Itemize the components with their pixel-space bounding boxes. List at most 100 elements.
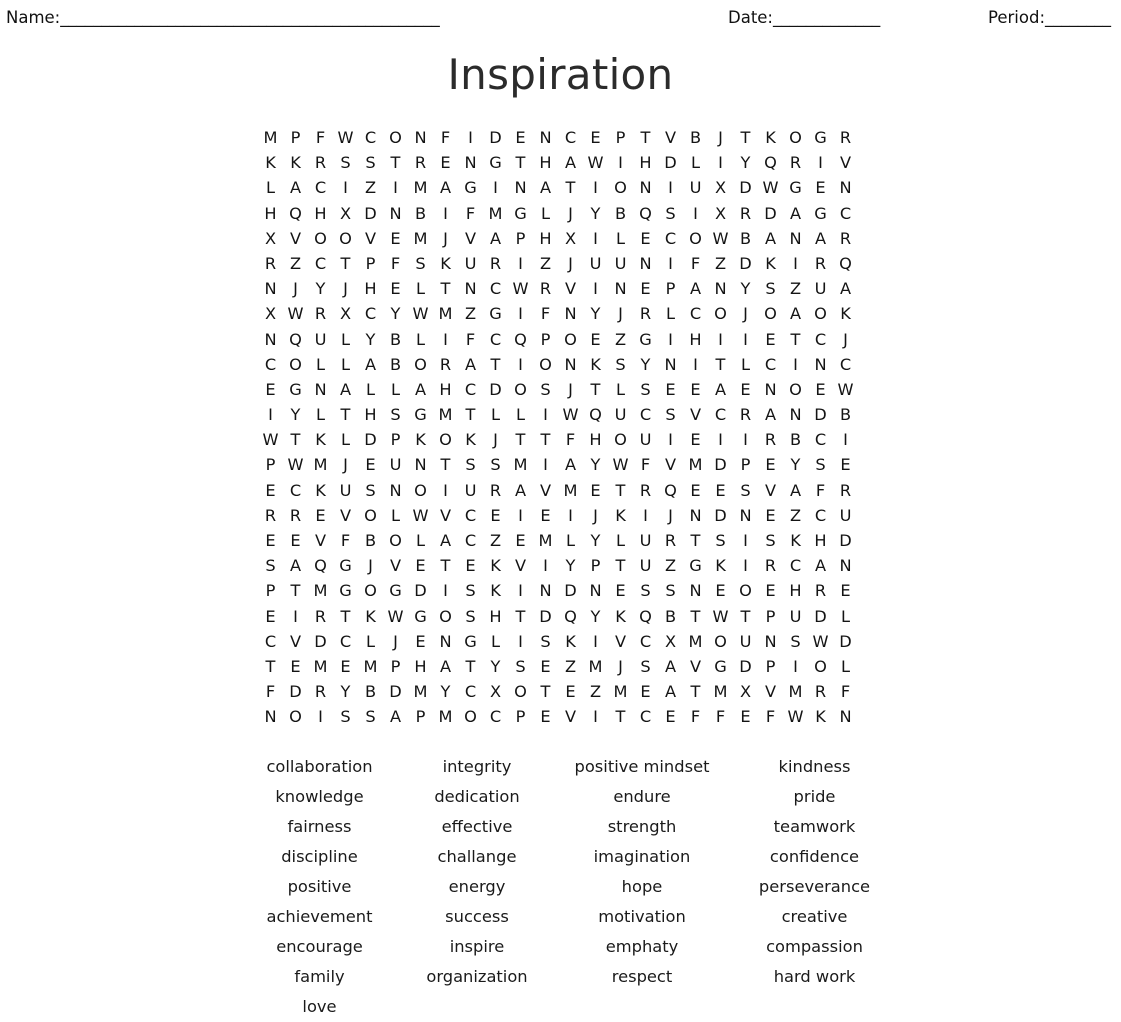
grid-letter-cell[interactable]: S (333, 704, 358, 729)
grid-letter-cell[interactable]: L (333, 352, 358, 377)
grid-letter-cell[interactable]: Q (633, 604, 658, 629)
grid-letter-cell[interactable]: U (633, 528, 658, 553)
grid-letter-cell[interactable]: N (708, 276, 733, 301)
grid-letter-cell[interactable]: I (583, 629, 608, 654)
grid-letter-cell[interactable]: S (733, 478, 758, 503)
grid-letter-cell[interactable]: I (533, 402, 558, 427)
grid-letter-cell[interactable]: T (483, 352, 508, 377)
grid-letter-cell[interactable]: F (308, 125, 333, 150)
grid-letter-cell[interactable]: N (758, 377, 783, 402)
grid-letter-cell[interactable]: V (758, 478, 783, 503)
grid-letter-cell[interactable]: D (283, 679, 308, 704)
word-bank-item[interactable]: imagination (547, 842, 737, 872)
grid-letter-cell[interactable]: C (458, 503, 483, 528)
grid-letter-cell[interactable]: T (708, 352, 733, 377)
grid-letter-cell[interactable]: B (358, 679, 383, 704)
grid-letter-cell[interactable]: C (283, 478, 308, 503)
grid-letter-cell[interactable]: B (683, 125, 708, 150)
grid-letter-cell[interactable]: S (633, 654, 658, 679)
grid-letter-cell[interactable]: S (458, 578, 483, 603)
grid-letter-cell[interactable]: C (483, 276, 508, 301)
grid-letter-cell[interactable]: C (633, 629, 658, 654)
grid-letter-cell[interactable]: W (758, 175, 783, 200)
grid-letter-cell[interactable]: M (408, 679, 433, 704)
grid-letter-cell[interactable]: G (633, 327, 658, 352)
grid-letter-cell[interactable]: C (258, 352, 283, 377)
grid-letter-cell[interactable]: L (383, 503, 408, 528)
grid-letter-cell[interactable]: M (433, 301, 458, 326)
word-bank-item[interactable]: confidence (737, 842, 892, 872)
grid-letter-cell[interactable]: I (533, 553, 558, 578)
grid-letter-cell[interactable]: M (708, 679, 733, 704)
grid-letter-cell[interactable]: O (408, 352, 433, 377)
grid-letter-cell[interactable]: Y (558, 553, 583, 578)
grid-letter-cell[interactable]: F (808, 478, 833, 503)
grid-letter-cell[interactable]: B (358, 528, 383, 553)
grid-letter-cell[interactable]: N (408, 452, 433, 477)
grid-letter-cell[interactable]: K (608, 604, 633, 629)
grid-letter-cell[interactable]: S (333, 150, 358, 175)
grid-letter-cell[interactable]: L (483, 402, 508, 427)
grid-letter-cell[interactable]: T (383, 150, 408, 175)
grid-letter-cell[interactable]: W (408, 503, 433, 528)
grid-letter-cell[interactable]: P (508, 704, 533, 729)
grid-letter-cell[interactable]: U (833, 503, 858, 528)
grid-letter-cell[interactable]: E (758, 327, 783, 352)
grid-letter-cell[interactable]: R (783, 150, 808, 175)
grid-letter-cell[interactable]: W (508, 276, 533, 301)
grid-letter-cell[interactable]: S (758, 276, 783, 301)
grid-letter-cell[interactable]: A (833, 276, 858, 301)
grid-letter-cell[interactable]: V (433, 503, 458, 528)
grid-letter-cell[interactable]: E (583, 125, 608, 150)
grid-letter-cell[interactable]: E (758, 578, 783, 603)
grid-letter-cell[interactable]: J (833, 327, 858, 352)
grid-letter-cell[interactable]: F (333, 528, 358, 553)
grid-letter-cell[interactable]: S (658, 578, 683, 603)
grid-letter-cell[interactable]: M (433, 704, 458, 729)
word-bank-item[interactable]: hard work (737, 962, 892, 992)
grid-letter-cell[interactable]: E (633, 679, 658, 704)
grid-letter-cell[interactable]: F (383, 251, 408, 276)
grid-letter-cell[interactable]: I (633, 503, 658, 528)
grid-letter-cell[interactable]: S (633, 377, 658, 402)
grid-letter-cell[interactable]: A (658, 679, 683, 704)
grid-letter-cell[interactable]: L (408, 276, 433, 301)
grid-letter-cell[interactable]: S (608, 352, 633, 377)
grid-letter-cell[interactable]: J (558, 251, 583, 276)
grid-letter-cell[interactable]: A (483, 226, 508, 251)
word-bank-item[interactable]: emphaty (547, 932, 737, 962)
grid-letter-cell[interactable]: D (808, 604, 833, 629)
grid-letter-cell[interactable]: T (783, 327, 808, 352)
grid-letter-cell[interactable]: L (358, 629, 383, 654)
grid-letter-cell[interactable]: A (383, 704, 408, 729)
grid-letter-cell[interactable]: D (358, 427, 383, 452)
grid-letter-cell[interactable]: C (683, 301, 708, 326)
grid-letter-cell[interactable]: K (308, 427, 333, 452)
grid-letter-cell[interactable]: S (783, 629, 808, 654)
grid-letter-cell[interactable]: M (583, 654, 608, 679)
grid-letter-cell[interactable]: N (433, 629, 458, 654)
grid-letter-cell[interactable]: V (608, 629, 633, 654)
grid-letter-cell[interactable]: Y (433, 679, 458, 704)
period-blank-line[interactable]: ________ (1045, 8, 1111, 27)
grid-letter-cell[interactable]: M (308, 452, 333, 477)
grid-letter-cell[interactable]: D (733, 251, 758, 276)
grid-letter-cell[interactable]: U (608, 251, 633, 276)
grid-letter-cell[interactable]: P (258, 578, 283, 603)
grid-letter-cell[interactable]: U (633, 553, 658, 578)
grid-letter-cell[interactable]: K (758, 125, 783, 150)
grid-letter-cell[interactable]: N (308, 377, 333, 402)
grid-letter-cell[interactable]: L (358, 377, 383, 402)
grid-letter-cell[interactable]: O (783, 125, 808, 150)
grid-letter-cell[interactable]: R (308, 604, 333, 629)
grid-letter-cell[interactable]: S (533, 629, 558, 654)
grid-letter-cell[interactable]: K (433, 251, 458, 276)
grid-letter-cell[interactable]: N (408, 125, 433, 150)
grid-letter-cell[interactable]: K (258, 150, 283, 175)
grid-letter-cell[interactable]: N (458, 276, 483, 301)
grid-letter-cell[interactable]: C (483, 327, 508, 352)
grid-letter-cell[interactable]: I (658, 175, 683, 200)
grid-letter-cell[interactable]: E (758, 452, 783, 477)
grid-letter-cell[interactable]: G (283, 377, 308, 402)
grid-letter-cell[interactable]: K (358, 604, 383, 629)
